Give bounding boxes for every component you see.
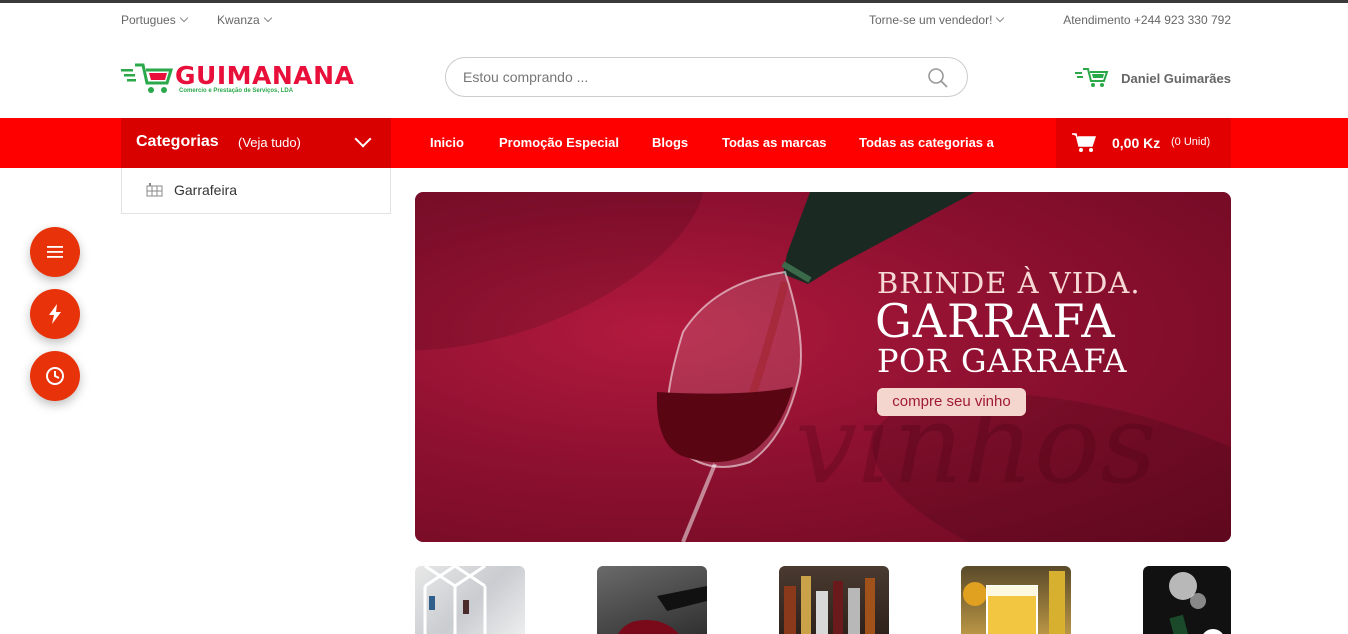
spirits-bottles-image: [784, 576, 875, 634]
user-account[interactable]: Daniel Guimarães: [1075, 68, 1231, 88]
menu-fab[interactable]: [30, 227, 80, 277]
category-label: Garrafeira: [174, 182, 238, 198]
champagne-image: [1169, 572, 1223, 634]
chevron-down-icon: [354, 130, 372, 148]
language-label: Portugues: [121, 13, 176, 27]
garrafeira-icon: [146, 183, 163, 197]
nav-item-marcas[interactable]: Todas as marcas: [722, 135, 827, 150]
seller-label: Torne-se um vendedor!: [869, 13, 993, 27]
category-thumb-wine-rack[interactable]: [415, 566, 525, 634]
logo-name: GUIMANANA: [175, 61, 355, 90]
search-input[interactable]: [463, 67, 903, 87]
top-bar: Portugues Kwanza Torne-se um vendedor! A…: [121, 3, 1231, 37]
category-thumb-champagne[interactable]: [1143, 566, 1231, 634]
nav-item-inicio[interactable]: Inicio: [430, 135, 464, 150]
banner-cta-button[interactable]: compre seu vinho: [877, 388, 1026, 416]
chevron-down-icon: [179, 13, 188, 23]
category-item-garrafeira[interactable]: Garrafeira: [146, 182, 237, 198]
categories-title: Categorias: [136, 133, 219, 150]
cart-total: 0,00 Kz: [1112, 135, 1161, 151]
cart-logo-icon: [121, 63, 174, 93]
nav-item-blogs[interactable]: Blogs: [652, 135, 688, 150]
support-phone: Atendimento +244 923 330 792: [1063, 13, 1231, 27]
categories-dropdown[interactable]: Categorias (Veja tudo): [121, 118, 391, 168]
red-wine-image: [618, 586, 707, 634]
main-nav: Categorias (Veja tudo) Inicio Promoção E…: [0, 118, 1348, 168]
category-thumb-beer[interactable]: [961, 566, 1071, 634]
nav-item-categorias[interactable]: Todas as categorias a: [859, 135, 994, 150]
history-fab[interactable]: [30, 351, 80, 401]
chevron-down-icon: [996, 13, 1005, 23]
category-list: Garrafeira: [121, 168, 391, 214]
nav-item-promocao[interactable]: Promoção Especial: [499, 135, 619, 150]
cart-icon: [1072, 133, 1096, 152]
hero-banner[interactable]: vinhos BRINDE À VIDA. GARRAFA POR GARRAF…: [415, 192, 1231, 542]
banner-line-3: POR GARRAFA: [877, 342, 1128, 380]
flash-deals-fab[interactable]: [30, 289, 80, 339]
cart-button[interactable]: 0,00 Kz (0 Unid): [1056, 118, 1231, 168]
search-bar: [445, 57, 968, 97]
header: GUIMANANA Comercio e Prestação de Serviç…: [0, 37, 1348, 118]
seller-link[interactable]: Torne-se um vendedor!: [869, 13, 1005, 27]
user-name: Daniel Guimarães: [1121, 70, 1231, 86]
menu-icon: [47, 246, 63, 258]
flash-icon: [49, 304, 61, 324]
banner-line-2: GARRAFA: [875, 294, 1116, 348]
beer-glass-image: [963, 571, 1065, 634]
language-selector[interactable]: Portugues: [121, 13, 188, 27]
categories-see-all[interactable]: (Veja tudo): [238, 135, 301, 150]
user-cart-icon: [1075, 68, 1109, 87]
category-thumb-spirits[interactable]: [779, 566, 889, 634]
clock-icon: [46, 367, 64, 385]
logo[interactable]: GUIMANANA Comercio e Prestação de Serviç…: [121, 61, 361, 99]
cart-units: (0 Unid): [1171, 136, 1211, 148]
chevron-down-icon: [263, 13, 272, 23]
logo-tagline: Comercio e Prestação de Serviços, LDA: [179, 88, 294, 94]
wine-rack-image: [423, 566, 487, 634]
category-thumb-red-wine[interactable]: [597, 566, 707, 634]
search-icon[interactable]: [927, 67, 949, 89]
currency-label: Kwanza: [217, 13, 260, 27]
currency-selector[interactable]: Kwanza: [217, 13, 272, 27]
